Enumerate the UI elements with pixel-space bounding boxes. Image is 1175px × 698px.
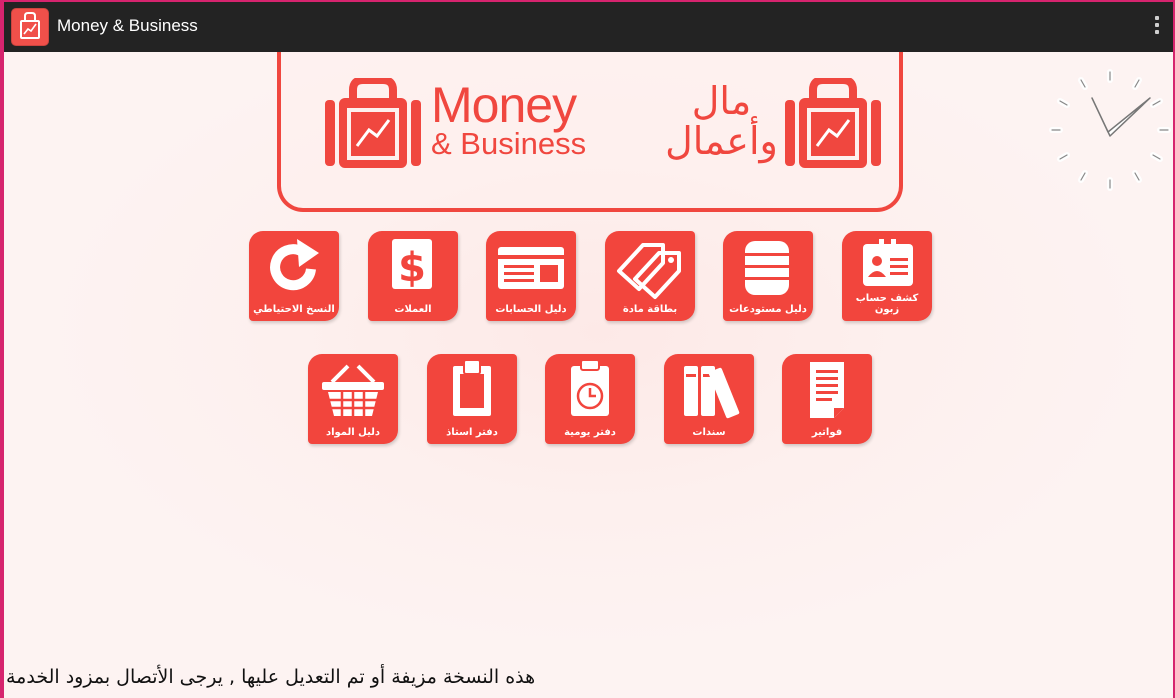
tile-invoices[interactable]: فواتير [782, 354, 872, 444]
title-bar: Money & Business [4, 2, 1173, 52]
tile-label: دليل المواد [325, 427, 381, 438]
analog-clock-icon [1049, 69, 1171, 191]
logo-arabic: مال وأعمال [659, 79, 784, 163]
tile-label: بطاقة مادة [622, 304, 678, 315]
tile-vouchers[interactable]: سندات [664, 354, 754, 444]
tile-items-guide[interactable]: دليل المواد [308, 354, 398, 444]
tile-customer-statement[interactable]: كشف حساب زبون [842, 231, 932, 321]
tile-label: دليل مستودعات [729, 304, 807, 315]
counterfeit-warning-text: هذه النسخة مزيفة أو تم التعديل عليها , ي… [6, 666, 536, 688]
overflow-menu-icon[interactable] [1153, 16, 1161, 38]
tile-label: فواتير [811, 427, 843, 438]
app-title: Money & Business [57, 16, 198, 35]
tile-label: دفتر يومية [564, 427, 616, 438]
tile-label: النسخ الاحتياطي [253, 304, 335, 315]
tile-label: كشف حساب زبون [855, 293, 919, 315]
shopping-bag-chart-icon[interactable] [11, 8, 49, 46]
logo-english: Money & Business [431, 80, 586, 159]
tile-chart-of-accounts[interactable]: دليل الحسابات [486, 231, 576, 321]
svg-text:$: $ [398, 245, 426, 291]
tile-warehouse-guide[interactable]: دليل مستودعات [723, 231, 813, 321]
tile-label: العملات [394, 304, 432, 315]
tile-label: سندات [692, 427, 726, 438]
tile-label: دليل الحسابات [495, 304, 567, 315]
logo-english-line2: & Business [431, 126, 587, 161]
brand-logo-panel: Money & Business مال وأعمال [277, 52, 903, 212]
tile-journal[interactable]: دفتر يومية [545, 354, 635, 444]
logo-arabic-line2: وأعمال [665, 118, 778, 163]
shopping-bag-chart-icon [785, 78, 881, 168]
tile-item-card[interactable]: بطاقة مادة [605, 231, 695, 321]
tile-backup[interactable]: النسخ الاحتياطي [249, 231, 339, 321]
tile-currencies[interactable]: $ العملات [368, 231, 458, 321]
shopping-bag-chart-icon [325, 78, 421, 168]
logo-arabic-line1: مال [691, 79, 752, 123]
logo-english-line1: Money [431, 77, 577, 133]
tile-label: دفتر استاذ [446, 427, 498, 438]
tile-ledger[interactable]: دفتر استاذ [427, 354, 517, 444]
